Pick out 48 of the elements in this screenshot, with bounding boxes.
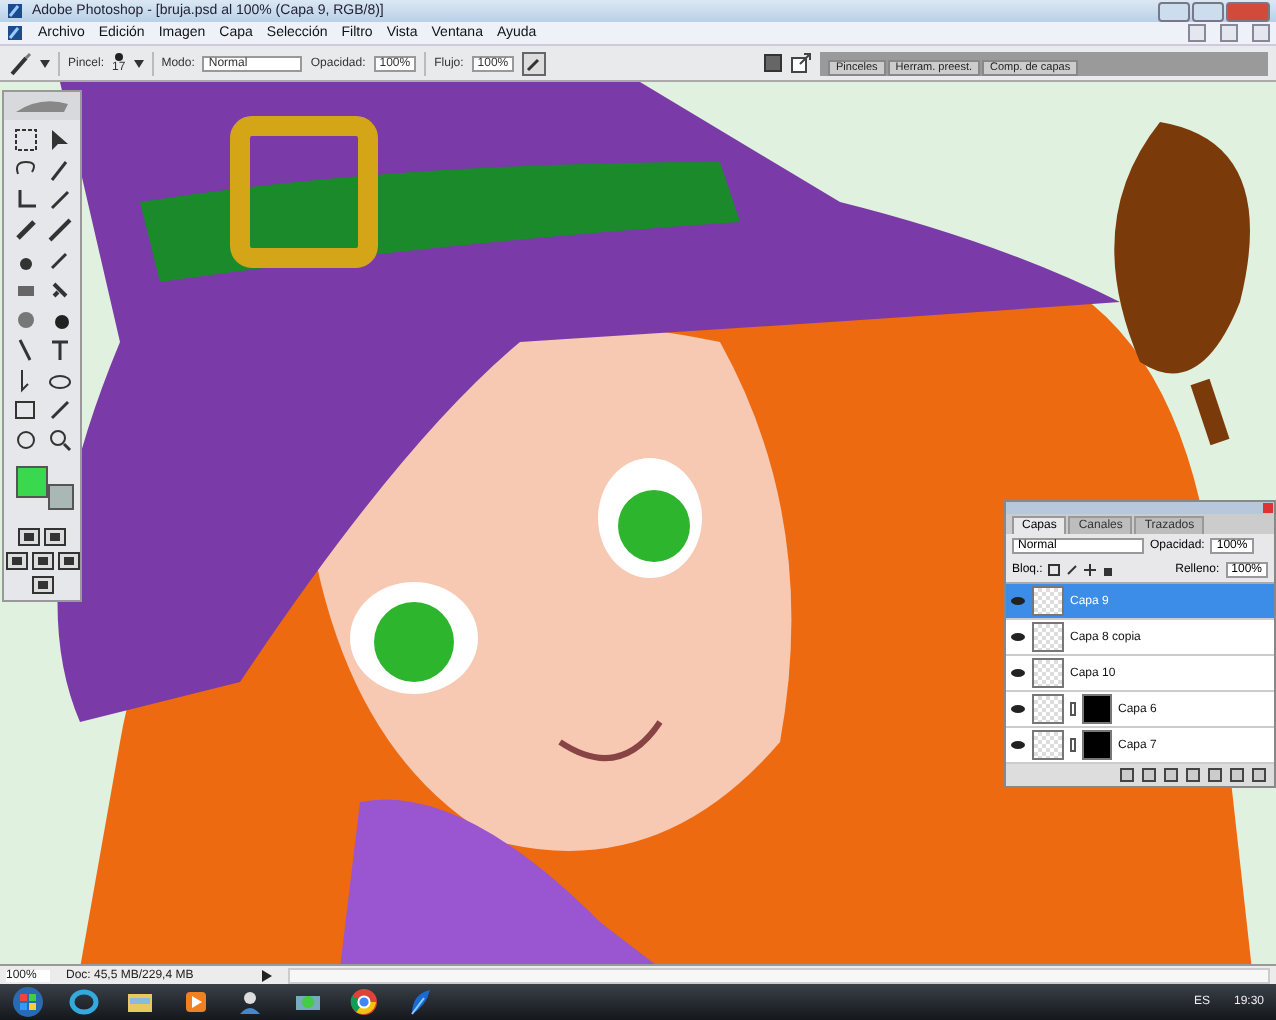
- close-button[interactable]: [1226, 1, 1270, 21]
- quick-mask-on-icon[interactable]: [44, 528, 66, 546]
- eye-icon[interactable]: [1010, 704, 1026, 714]
- layer-mask-thumbnail: [1082, 730, 1112, 760]
- layer-mask-thumbnail: [1082, 694, 1112, 724]
- layer-thumbnail: [1032, 730, 1064, 760]
- app-icon: [6, 2, 24, 20]
- lock-transparency-icon[interactable]: [1048, 564, 1061, 576]
- restore-button[interactable]: [1220, 24, 1238, 42]
- foreground-color-swatch[interactable]: [16, 466, 48, 498]
- quick-mask-off-icon[interactable]: [18, 528, 40, 546]
- play-icon[interactable]: [262, 969, 272, 981]
- browser-icon[interactable]: [68, 986, 100, 1018]
- feather-icon: [4, 92, 80, 120]
- lock-position-icon[interactable]: [1084, 564, 1097, 576]
- brush-tip-icon[interactable]: [113, 52, 124, 62]
- close-button[interactable]: [1252, 24, 1270, 42]
- layer-thumbnail: [1032, 694, 1064, 724]
- eye-icon[interactable]: [1010, 740, 1026, 750]
- airbrush-icon[interactable]: [522, 51, 547, 75]
- brush-icon[interactable]: [8, 51, 32, 75]
- brush-icon[interactable]: [45, 216, 73, 244]
- eye-icon[interactable]: [1010, 632, 1026, 642]
- close-button[interactable]: [1262, 502, 1274, 514]
- app-icon: [6, 24, 24, 42]
- lock-pixels-icon[interactable]: [1066, 564, 1079, 576]
- start-button[interactable]: [12, 986, 44, 1018]
- minimize-button[interactable]: [1188, 24, 1206, 42]
- layer-thumbnail: [1032, 658, 1064, 688]
- screen-mode-icon[interactable]: [31, 552, 53, 570]
- lock-all-icon[interactable]: [1102, 564, 1115, 576]
- external-link-icon[interactable]: [790, 52, 812, 74]
- background-color-swatch[interactable]: [48, 484, 74, 510]
- caret-icon[interactable]: [133, 59, 144, 67]
- layer-thumbnail: [1032, 622, 1064, 652]
- zoom-icon[interactable]: [45, 426, 73, 454]
- horizontal-scrollbar[interactable]: [288, 967, 1270, 983]
- chrome-icon[interactable]: [348, 986, 380, 1018]
- screen-mode-icon[interactable]: [5, 552, 27, 570]
- layer-thumbnail: [1032, 586, 1064, 616]
- imageready-icon[interactable]: [31, 576, 53, 594]
- screen-mode-icon[interactable]: [57, 552, 79, 570]
- eye-icon[interactable]: [1010, 668, 1026, 678]
- marquee-icon[interactable]: [11, 126, 39, 154]
- maximize-button[interactable]: [1192, 1, 1224, 21]
- media-player-icon[interactable]: [180, 986, 212, 1018]
- minimize-button[interactable]: [1158, 1, 1190, 21]
- caret-icon[interactable]: [40, 59, 50, 67]
